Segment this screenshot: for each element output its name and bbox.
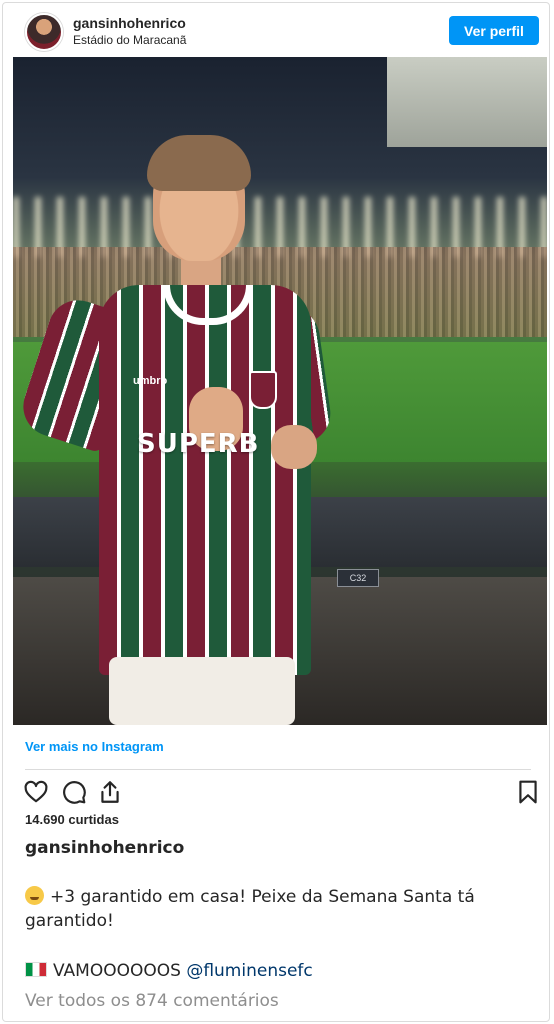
shirt-sponsor: SUPERB bbox=[137, 429, 260, 459]
share-icon[interactable] bbox=[97, 779, 123, 805]
italy-flag-icon bbox=[25, 962, 47, 977]
white-shorts bbox=[109, 657, 295, 725]
bookmark-icon[interactable] bbox=[515, 779, 541, 805]
view-all-comments-link[interactable]: Ver todos os 874 comentários bbox=[25, 991, 279, 1011]
crazy-face-emoji-icon bbox=[25, 886, 44, 905]
fluminense-shirt bbox=[99, 285, 311, 675]
view-profile-button[interactable]: Ver perfil bbox=[449, 16, 539, 45]
post-username[interactable]: gansinhohenrico bbox=[73, 15, 186, 31]
mention-link[interactable]: @fluminensefc bbox=[186, 961, 312, 981]
stadium-sign: C32 bbox=[337, 569, 379, 587]
boy-arm bbox=[271, 425, 317, 469]
avatar[interactable] bbox=[25, 13, 63, 51]
caption-line-2: VAMOOOOOOS @fluminensefc bbox=[25, 961, 313, 981]
post-header: gansinhohenrico Estádio do Maracanã Ver … bbox=[3, 3, 549, 57]
club-crest-icon bbox=[249, 371, 277, 409]
likes-count[interactable]: 14.690 curtidas bbox=[25, 812, 119, 827]
post-photo[interactable]: C32 umbro SUPERB bbox=[13, 57, 547, 725]
caption-shout: VAMOOOOOOS bbox=[53, 961, 181, 981]
post-location[interactable]: Estádio do Maracanã bbox=[73, 33, 186, 47]
caption-text-block: +3 garantido em casa! Peixe da Semana Sa… bbox=[25, 885, 525, 933]
shirt-brand-logo: umbro bbox=[133, 375, 168, 387]
instagram-embed-card: gansinhohenrico Estádio do Maracanã Ver … bbox=[2, 2, 550, 1022]
caption-username[interactable]: gansinhohenrico bbox=[25, 838, 184, 858]
see-more-on-instagram-link[interactable]: Ver mais no Instagram bbox=[25, 739, 164, 754]
divider bbox=[25, 769, 531, 770]
caption-text: +3 garantido em casa! Peixe da Semana Sa… bbox=[25, 887, 475, 931]
action-bar bbox=[21, 777, 537, 809]
boy-hair bbox=[147, 135, 251, 191]
comment-icon[interactable] bbox=[61, 779, 87, 805]
stadium-roof bbox=[387, 57, 547, 147]
heart-icon[interactable] bbox=[23, 779, 49, 805]
